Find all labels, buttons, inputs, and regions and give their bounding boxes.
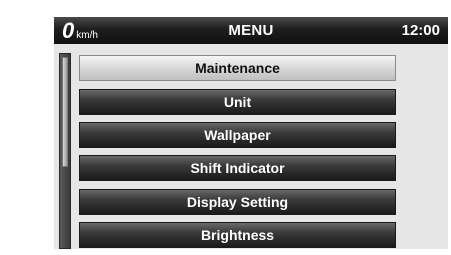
menu-item-brightness[interactable]: Brightness	[79, 222, 396, 248]
menu-item-wallpaper[interactable]: Wallpaper	[79, 122, 396, 148]
menu-item-unit[interactable]: Unit	[79, 89, 396, 115]
clock: 12:00	[401, 22, 440, 39]
scrollbar-thumb[interactable]	[62, 57, 68, 167]
menu-item-shift-indicator[interactable]: Shift Indicator	[79, 155, 396, 181]
menu-item-display-setting[interactable]: Display Setting	[79, 189, 396, 215]
page-title: MENU	[228, 22, 274, 39]
status-bar: 0 km/h MENU 12:00	[54, 17, 448, 44]
scrollbar[interactable]	[59, 53, 71, 249]
menu-item-maintenance[interactable]: Maintenance	[79, 55, 396, 81]
